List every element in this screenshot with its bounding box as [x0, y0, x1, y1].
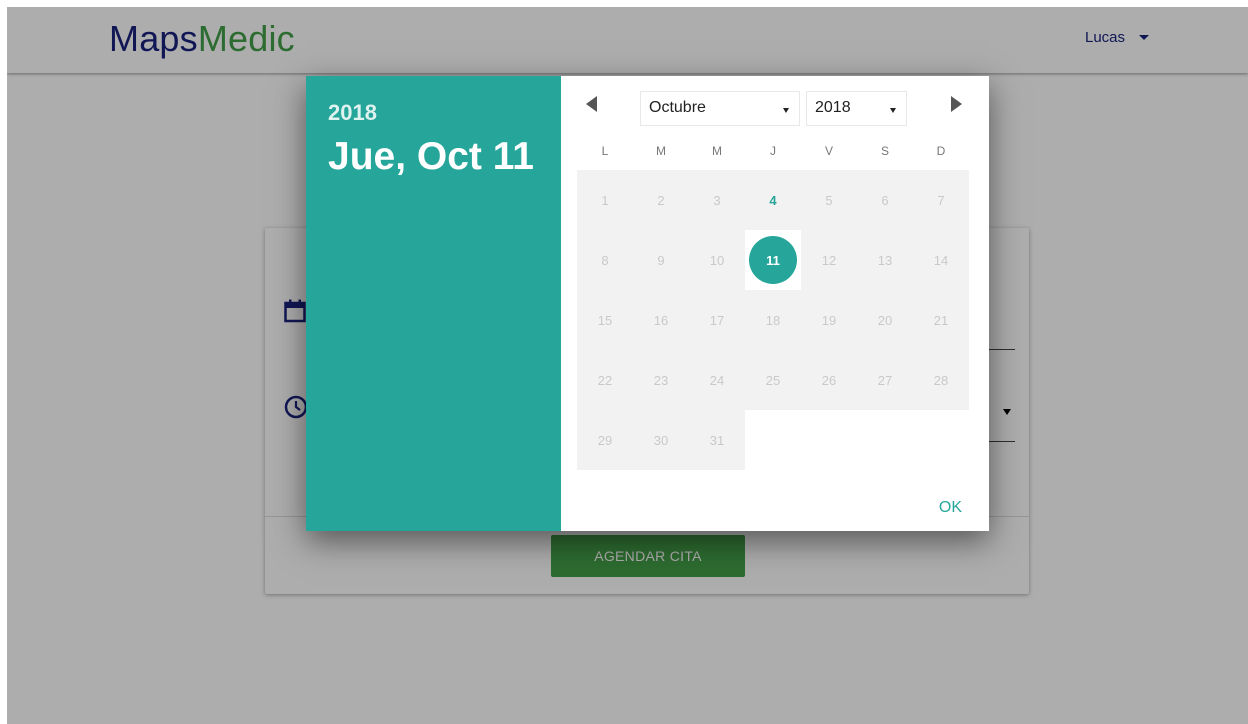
weekday-label: M: [712, 144, 722, 158]
header-date: Jue, Oct 11: [328, 135, 534, 178]
header-year[interactable]: 2018: [328, 100, 539, 126]
prev-month-icon[interactable]: [586, 96, 597, 112]
day-cell[interactable]: 20: [857, 290, 913, 350]
month-select-value: Octubre: [649, 99, 706, 116]
week-row: 8 9 10 11 12 13 14: [577, 230, 969, 290]
day-cell[interactable]: 15: [577, 290, 633, 350]
year-select-value: 2018: [815, 99, 851, 116]
day-cell[interactable]: 10: [689, 230, 745, 290]
day-cell[interactable]: 6: [857, 170, 913, 230]
month-select[interactable]: Octubre: [640, 91, 800, 126]
day-cell[interactable]: 5: [801, 170, 857, 230]
day-cell-selected[interactable]: 11: [745, 230, 801, 290]
weekday-label: M: [656, 144, 666, 158]
day-cell[interactable]: 14: [913, 230, 969, 290]
day-cell[interactable]: 9: [633, 230, 689, 290]
day-cell[interactable]: 13: [857, 230, 913, 290]
day-cell[interactable]: 26: [801, 350, 857, 410]
day-cell[interactable]: 1: [577, 170, 633, 230]
year-select-caret-icon: [890, 108, 896, 113]
day-cell[interactable]: 29: [577, 410, 633, 470]
week-row: 29 30 31: [577, 410, 969, 470]
day-cell[interactable]: 28: [913, 350, 969, 410]
month-select-caret-icon: [783, 108, 789, 113]
day-cell[interactable]: 30: [633, 410, 689, 470]
ok-button[interactable]: OK: [939, 499, 962, 517]
day-cell[interactable]: 17: [689, 290, 745, 350]
weekday-label: J: [770, 144, 776, 158]
day-cell[interactable]: 25: [745, 350, 801, 410]
day-cell[interactable]: 24: [689, 350, 745, 410]
empty-day-cell: [913, 410, 969, 470]
datepicker-modal: 2018 Jue, Oct 11 Octubre 2018 L M M J V …: [306, 76, 989, 531]
day-cell[interactable]: 21: [913, 290, 969, 350]
empty-day-cell: [857, 410, 913, 470]
page: MapsMedic Lucas AGENDAR CITA 2018 Jue, O…: [7, 7, 1248, 724]
day-cell[interactable]: 22: [577, 350, 633, 410]
day-cell[interactable]: 16: [633, 290, 689, 350]
week-row: 15 16 17 18 19 20 21: [577, 290, 969, 350]
selected-day-circle: 11: [749, 236, 797, 284]
week-row: 22 23 24 25 26 27 28: [577, 350, 969, 410]
year-select[interactable]: 2018: [806, 91, 907, 126]
day-cell[interactable]: 3: [689, 170, 745, 230]
empty-day-cell: [745, 410, 801, 470]
week-row: 1234567: [577, 170, 969, 230]
weekday-label: V: [824, 144, 833, 158]
day-cell[interactable]: 7: [913, 170, 969, 230]
datepicker-calendar: Octubre 2018 L M M J V S D 1 2 3 4 5 6 7 8 9 10 11…: [561, 76, 989, 531]
day-cell[interactable]: 12: [801, 230, 857, 290]
empty-day-cell: [801, 410, 857, 470]
weekday-label: L: [601, 144, 609, 158]
weekday-header: L M M J V S D: [577, 144, 969, 158]
day-cell[interactable]: 27: [857, 350, 913, 410]
day-cell[interactable]: 18: [745, 290, 801, 350]
day-grid: 1 2 3 4 5 6 7 8 9 10 11 12 13 14 15 16 17 18 19 20 21 22 23 24 2…: [577, 170, 969, 470]
weekday-label: S: [880, 144, 889, 158]
day-cell[interactable]: 31: [689, 410, 745, 470]
next-month-icon[interactable]: [951, 96, 962, 112]
day-cell[interactable]: 19: [801, 290, 857, 350]
day-cell[interactable]: 23: [633, 350, 689, 410]
datepicker-header: 2018 Jue, Oct 11: [306, 76, 561, 531]
day-cell-today[interactable]: 4: [745, 170, 801, 230]
day-cell[interactable]: 2: [633, 170, 689, 230]
weekday-label: D: [936, 144, 946, 158]
day-cell[interactable]: 8: [577, 230, 633, 290]
